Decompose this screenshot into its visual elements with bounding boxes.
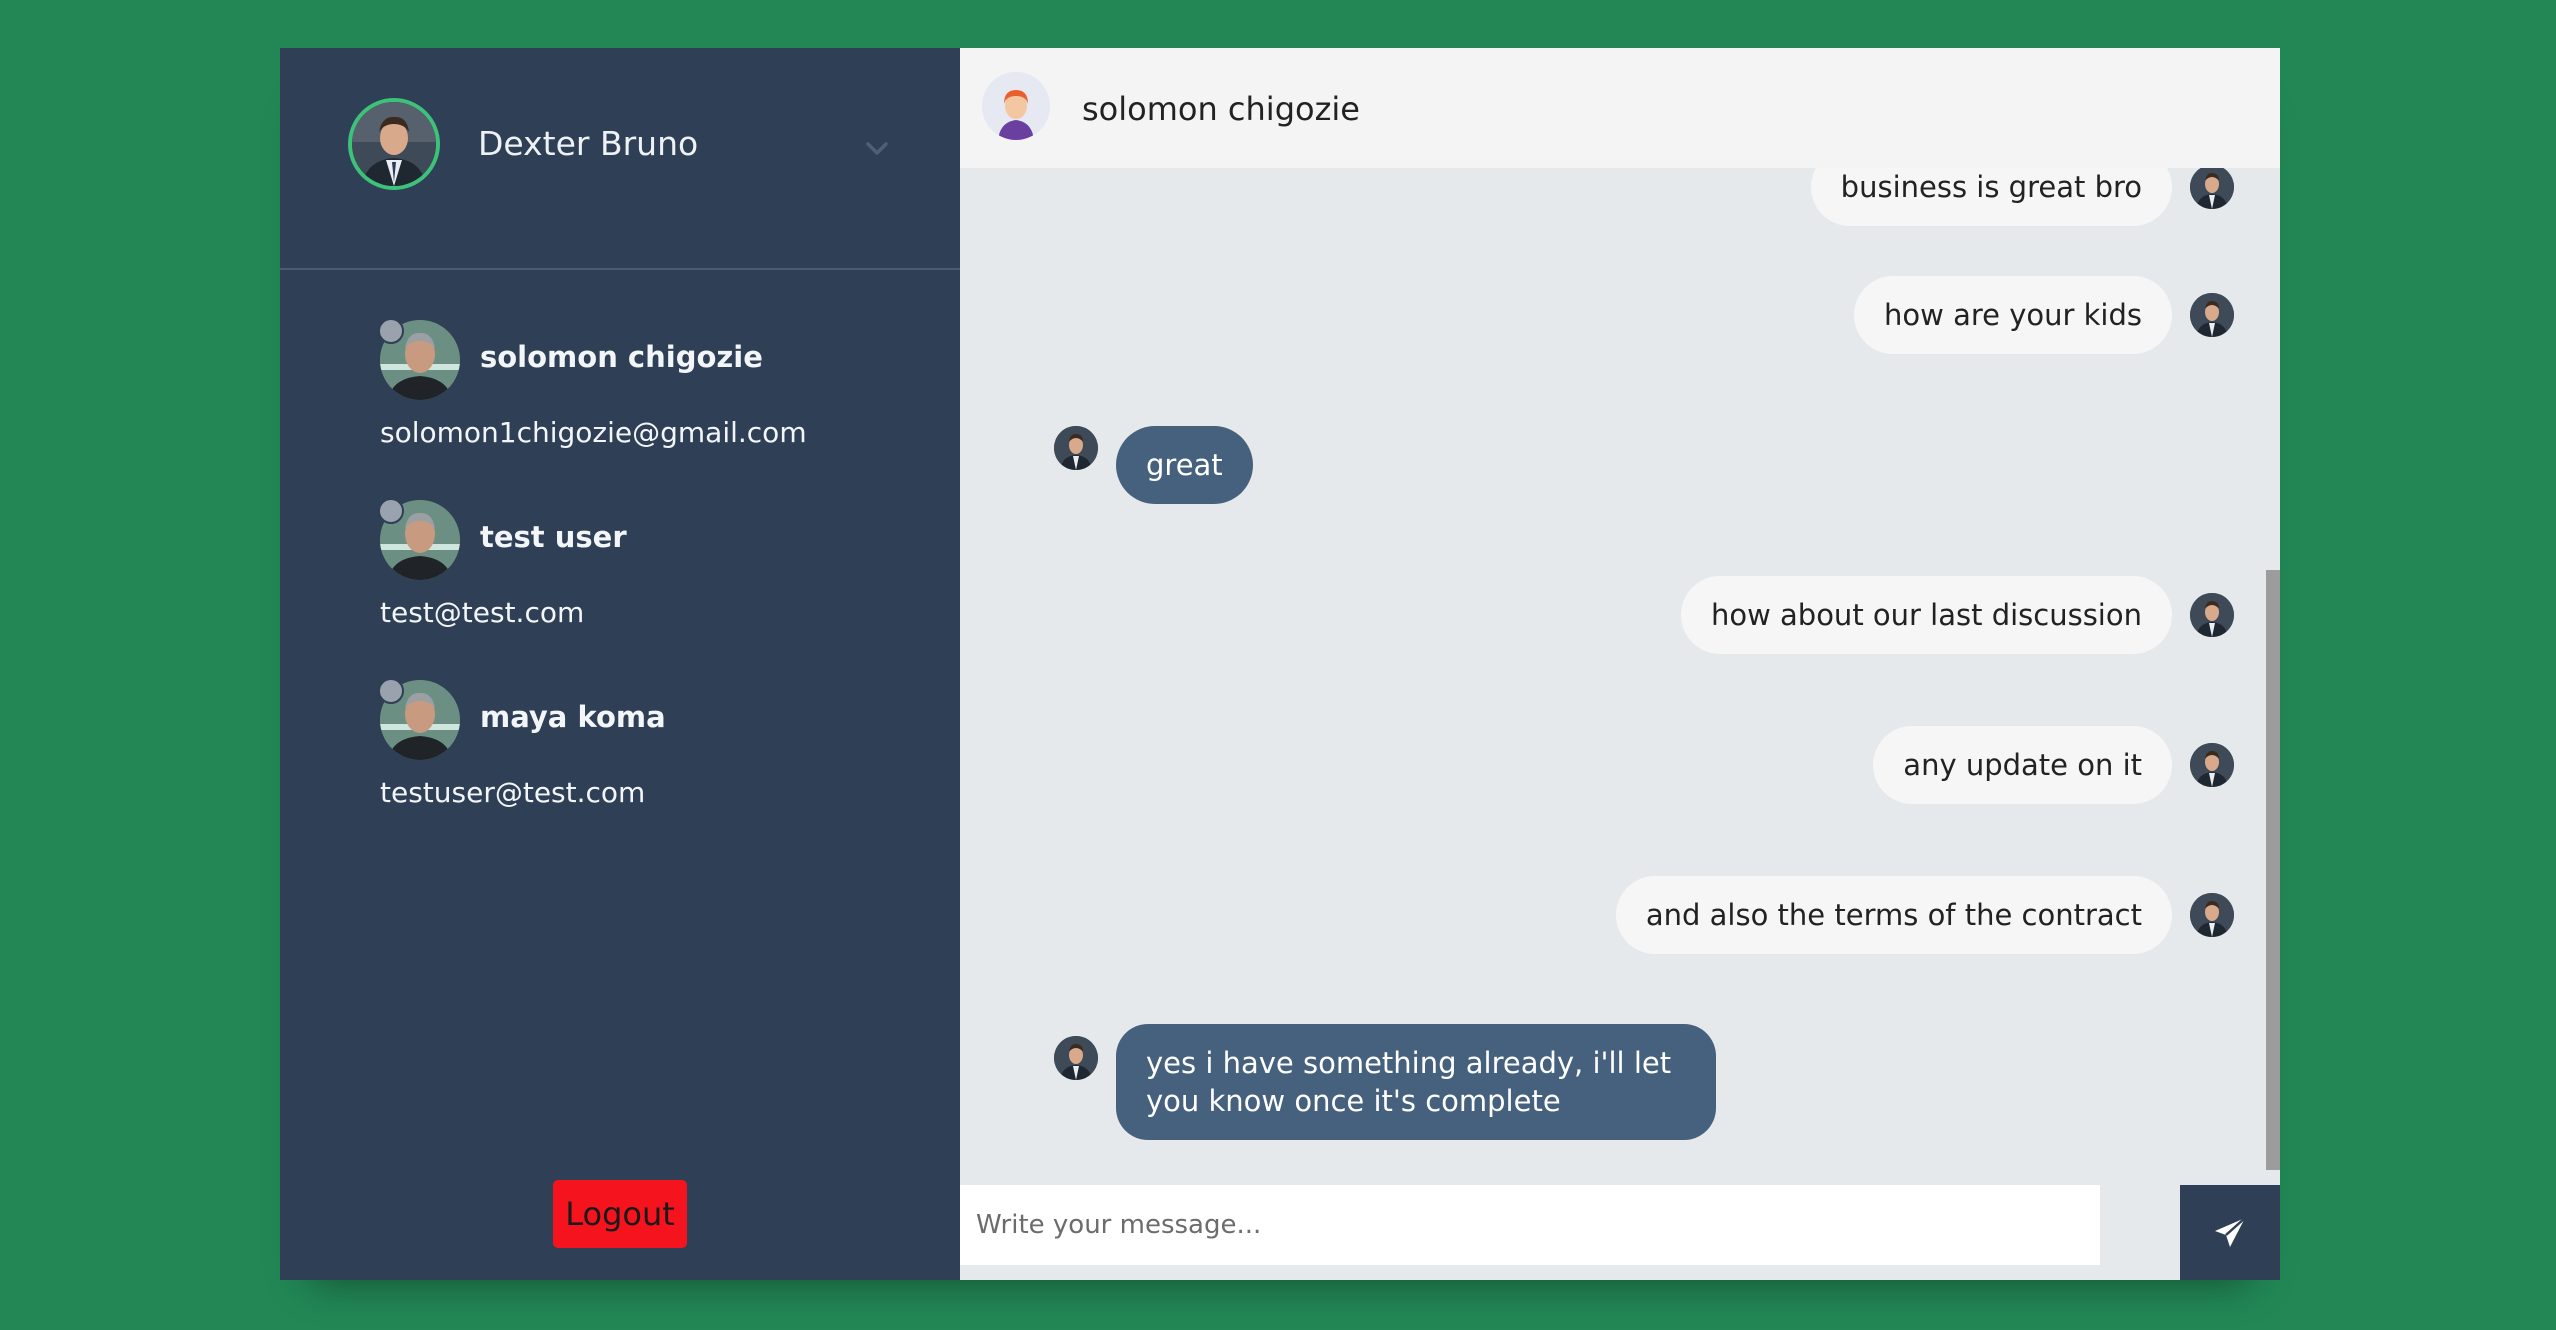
paper-plane-icon <box>2215 1216 2246 1247</box>
contact-item[interactable]: solomon chigozie solomon1chigozie@gmail.… <box>280 318 960 500</box>
message-outgoing: how about our last discussion <box>1680 576 2234 654</box>
logout-button[interactable]: Logout <box>553 1180 687 1248</box>
chat-partner-name: solomon chigozie <box>1082 90 1360 128</box>
contact-name: solomon chigozie <box>480 340 763 374</box>
message-bubble: any update on it <box>1873 726 2172 804</box>
contact-name: test user <box>480 520 627 554</box>
chat-app-window: Dexter Bruno solomon chigozie solomon1ch… <box>280 48 2280 1280</box>
contact-email: solomon1chigozie@gmail.com <box>380 416 807 449</box>
sender-avatar <box>1054 1036 1098 1080</box>
sender-avatar <box>2190 293 2234 337</box>
status-indicator <box>378 498 404 524</box>
profile-header[interactable]: Dexter Bruno <box>280 48 960 270</box>
sender-avatar <box>2190 893 2234 937</box>
message-scrollbar[interactable] <box>2266 570 2280 1170</box>
send-button[interactable] <box>2180 1185 2280 1280</box>
contact-email: testuser@test.com <box>380 776 646 809</box>
message-input[interactable] <box>960 1185 2100 1265</box>
message-list[interactable]: business is great bro how are your kids … <box>960 48 2270 1183</box>
contact-email: test@test.com <box>380 596 585 629</box>
message-outgoing: and also the terms of the contract <box>1615 876 2234 954</box>
chat-header: solomon chigozie <box>960 48 2280 168</box>
chevron-down-icon[interactable] <box>864 136 890 162</box>
message-outgoing: how are your kids <box>1854 276 2234 354</box>
message-outgoing: any update on it <box>1873 726 2234 804</box>
profile-avatar <box>348 98 440 190</box>
sender-avatar <box>2190 165 2234 209</box>
message-bubble: yes i have something already, i'll let y… <box>1116 1024 1716 1140</box>
status-indicator <box>378 678 404 704</box>
partner-avatar <box>982 72 1050 140</box>
message-incoming: great <box>1054 426 1253 504</box>
contact-list: solomon chigozie solomon1chigozie@gmail.… <box>280 270 960 860</box>
message-bubble: great <box>1116 426 1253 504</box>
contact-item[interactable]: test user test@test.com <box>280 498 960 680</box>
sender-avatar <box>1054 426 1098 470</box>
sender-avatar <box>2190 743 2234 787</box>
contact-item[interactable]: maya koma testuser@test.com <box>280 678 960 860</box>
message-bubble: how about our last discussion <box>1680 576 2172 654</box>
chat-panel: business is great bro how are your kids … <box>960 48 2280 1280</box>
message-bubble: and also the terms of the contract <box>1615 876 2172 954</box>
status-indicator <box>378 318 404 344</box>
message-incoming: yes i have something already, i'll let y… <box>1054 1024 1716 1140</box>
current-user-name: Dexter Bruno <box>478 124 699 163</box>
message-bubble: how are your kids <box>1854 276 2172 354</box>
sender-avatar <box>2190 593 2234 637</box>
sidebar: Dexter Bruno solomon chigozie solomon1ch… <box>280 48 960 1280</box>
contact-name: maya koma <box>480 700 666 734</box>
